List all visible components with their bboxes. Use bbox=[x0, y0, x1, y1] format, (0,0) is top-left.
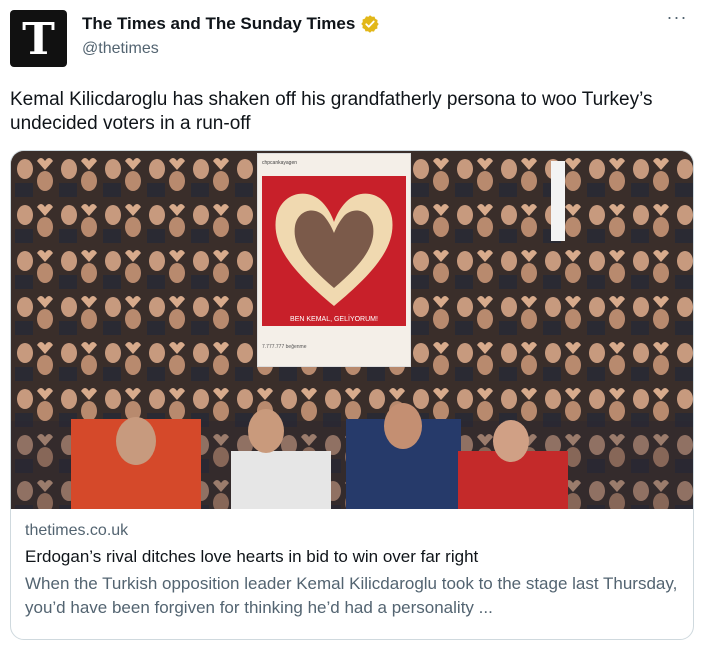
verified-badge-icon bbox=[360, 14, 380, 34]
card-domain[interactable]: thetimes.co.uk bbox=[25, 522, 128, 540]
heart-hands-icon: BEN KEMAL, GELİYORUM! bbox=[275, 193, 393, 323]
sign-banner: BEN KEMAL, GELİYORUM! bbox=[262, 176, 406, 326]
tweet-text: Kemal Kilicdaroglu has shaken off his gr… bbox=[10, 89, 653, 134]
card-title[interactable]: Erdogan’s rival ditches love hearts in b… bbox=[25, 547, 478, 567]
more-options-icon[interactable]: ··· bbox=[665, 8, 689, 30]
heart-sign: chpcankayagen BEN KEMAL, GELİYORUM! 7.77… bbox=[257, 153, 411, 367]
display-name[interactable]: The Times and The Sunday Times bbox=[82, 14, 355, 34]
card-description: When the Turkish opposition leader Kemal… bbox=[25, 574, 678, 617]
sign-banner-text: BEN KEMAL, GELİYORUM! bbox=[290, 314, 378, 323]
tweet: T The Times and The Sunday Times @thetim… bbox=[0, 0, 703, 654]
avatar[interactable]: T bbox=[10, 10, 67, 67]
name-row: The Times and The Sunday Times bbox=[82, 14, 380, 34]
sign-account-label: chpcankayagen bbox=[262, 160, 298, 166]
crowd-photo[interactable]: chpcankayagen BEN KEMAL, GELİYORUM! 7.77… bbox=[11, 151, 693, 509]
sign-likes: 7.777.777 beğenme bbox=[262, 344, 307, 350]
handle[interactable]: @thetimes bbox=[82, 40, 159, 58]
link-card[interactable]: chpcankayagen BEN KEMAL, GELİYORUM! 7.77… bbox=[10, 150, 694, 640]
avatar-letter: T bbox=[22, 13, 55, 65]
